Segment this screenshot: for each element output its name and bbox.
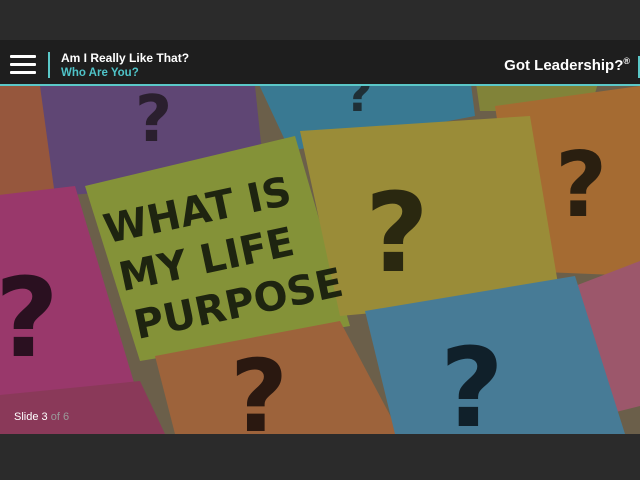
menu-button[interactable] [10, 53, 38, 75]
hamburger-icon-bar [10, 71, 36, 74]
bottom-letterbox [0, 434, 640, 480]
question-mark: ? [365, 169, 429, 297]
hamburger-icon-bar [10, 63, 36, 66]
course-title: Am I Really Like That? [61, 51, 190, 65]
slide-image: ? ? ? ? ? ? ? WHAT IS MY LIFE PURPOSE [0, 86, 640, 434]
question-mark: ? [345, 86, 373, 123]
hamburger-icon [10, 55, 36, 58]
question-mark: ? [230, 338, 288, 434]
brand-logo: Got Leadership?® [504, 56, 630, 74]
slide-total: 6 [62, 411, 70, 423]
question-mark: ? [555, 133, 607, 238]
top-letterbox [0, 0, 640, 40]
sticky-notes-illustration: ? ? ? ? ? ? ? WHAT IS MY LIFE PURPOSE [0, 86, 640, 434]
question-mark: ? [440, 324, 504, 434]
slide-of-label: of [50, 411, 60, 423]
header-divider [48, 52, 50, 78]
brand-text: Got Leadership? [504, 57, 624, 74]
registered-mark: ® [623, 56, 630, 66]
question-mark: ? [135, 86, 172, 157]
slide-counter: Slide 3 of 6 [14, 411, 69, 423]
slide-current: 3 [41, 411, 48, 423]
slide-label: Slide [14, 411, 39, 423]
question-mark: ? [0, 254, 59, 382]
lesson-subtitle: Who Are You? [61, 67, 139, 79]
